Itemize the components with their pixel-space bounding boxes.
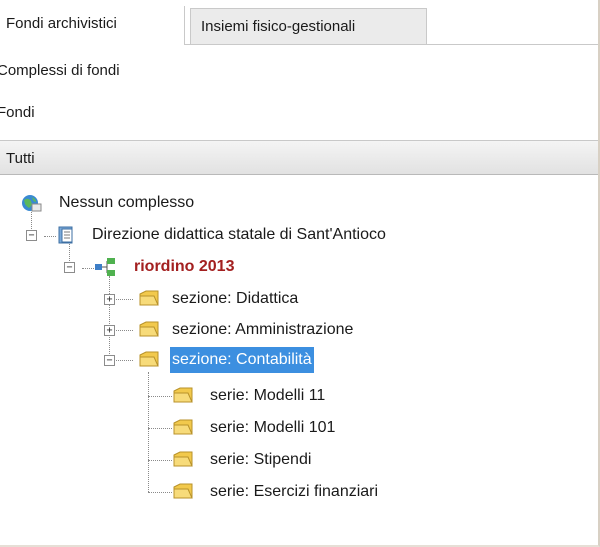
nav-complessi-di-fondi[interactable]: Complessi di fondi [0,56,120,86]
tree-node-label[interactable]: serie: Modelli 101 [208,415,337,441]
folder-icon [173,387,193,403]
tree-node-label[interactable]: serie: Stipendi [208,447,313,473]
tree-connector [44,236,56,237]
collapse-toggle-icon[interactable]: − [64,262,75,273]
tree-node-label[interactable]: sezione: Contabilità [170,347,314,373]
archive-tree: Nessun complesso − Direzione didattica s… [0,176,598,545]
tree-connector [148,460,172,461]
tree-node-label[interactable]: serie: Modelli 11 [208,383,327,409]
tree-connector [109,276,110,360]
group-header-tutti[interactable]: Tutti [0,140,598,175]
tree-connector [113,330,133,331]
archive-panel: Fondi archivistici Insiemi fisico-gestio… [0,0,600,547]
tree-node-label[interactable]: serie: Esercizi finanziari [208,479,380,505]
expand-toggle-icon[interactable]: + [104,294,115,305]
folder-icon [173,451,193,467]
tree-connector [148,428,172,429]
folder-open-icon [139,351,159,367]
tree-node-label[interactable]: sezione: Amministrazione [170,317,355,343]
collapse-toggle-icon[interactable]: − [104,355,115,366]
collapse-toggle-icon[interactable]: − [26,230,37,241]
tab-insiemi-fisico-gestionali[interactable]: Insiemi fisico-gestionali [190,8,427,44]
tree-connector [113,299,133,300]
tree-node-label[interactable]: riordino 2013 [132,254,236,280]
hierarchy-icon [95,258,115,276]
tree-node-label[interactable]: Direzione didattica statale di Sant'Anti… [90,222,388,248]
tree-connector [82,268,94,269]
document-book-icon [58,226,73,244]
tree-connector [113,360,133,361]
nav-fondi[interactable]: Fondi [0,98,35,128]
tree-node-label[interactable]: Nessun complesso [57,190,196,216]
tree-connector [148,492,172,493]
folder-icon [173,483,193,499]
tab-strip: Fondi archivistici Insiemi fisico-gestio… [0,0,598,45]
tree-node-label[interactable]: sezione: Didattica [170,286,300,312]
folder-icon [139,290,159,306]
tree-connector [148,396,172,397]
expand-toggle-icon[interactable]: + [104,325,115,336]
tree-connector [148,372,149,492]
globe-icon [22,195,42,212]
tab-fondi-archivistici[interactable]: Fondi archivistici [0,6,185,45]
folder-icon [139,321,159,337]
folder-icon [173,419,193,435]
